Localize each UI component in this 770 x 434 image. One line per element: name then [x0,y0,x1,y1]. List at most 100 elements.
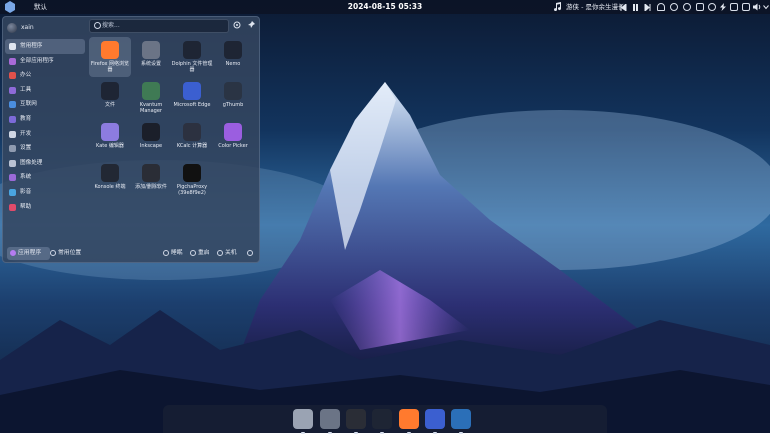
network-icon[interactable] [742,3,750,11]
restart-icon [190,249,196,256]
sidebar-item-label: 办公 [20,72,32,79]
shutdown-label: 关机 [225,250,237,256]
file-manager-icon[interactable] [293,409,313,434]
sidebar-item[interactable]: 全部应用程序 [5,54,85,69]
sidebar-item-label: 系统 [20,174,32,181]
application-menu: xain 常用程序全部应用程序办公工具互联网教育开发设置图像处理系统影音帮助 F… [2,16,260,263]
konsole-icon [101,164,119,182]
app-tile[interactable]: Firefox 网络浏览器 [89,37,131,77]
music-note-icon[interactable] [553,0,562,14]
applications-tab[interactable]: 应用程序 [7,247,50,260]
compass-icon[interactable] [708,3,716,11]
media-title[interactable]: 游侠 - 是你余生漫长 [566,0,624,14]
software-icon[interactable] [346,409,366,434]
system-settings-icon [142,41,160,59]
more-options-button[interactable] [247,245,255,262]
gthumb-icon [224,82,242,100]
media-next-icon[interactable] [644,0,651,14]
search-icon [94,22,101,29]
notification-bell-icon[interactable] [657,3,665,11]
media-previous-icon[interactable] [620,0,627,14]
color-picker-icon [224,123,242,141]
graphics-icon [9,159,16,167]
app-tile[interactable]: 添加/删除软件 [130,160,172,200]
app-tile[interactable]: KCalc 计算器 [171,119,213,159]
clipboard-icon[interactable] [696,3,704,11]
clock[interactable]: 2024-08-15 05:33 [0,0,770,14]
kvantum-icon [142,82,160,100]
volume-icon[interactable] [753,0,761,14]
app-tile[interactable]: PigchaProxy (39e8f9e2) [171,160,213,200]
sidebar-item[interactable]: 教育 [5,112,85,127]
info-icon[interactable] [670,3,678,11]
sidebar-item[interactable]: 互联网 [5,97,85,112]
app-tile[interactable]: Dolphin 文件管理器 [171,37,213,77]
restart-button[interactable]: 重启 [190,245,210,262]
avatar[interactable] [7,23,17,33]
pigcha-icon [183,164,201,182]
sidebar-item[interactable]: 帮助 [5,200,85,215]
search-box[interactable] [89,19,229,33]
applications-icon [10,249,16,256]
sidebar-item[interactable]: 影音 [5,185,85,200]
app-tile[interactable]: Kate 编辑器 [89,119,131,159]
search-input[interactable] [102,21,222,30]
pin-icon[interactable] [247,21,255,29]
app-tile[interactable]: Kvantum Manager [130,78,172,118]
folder-icon[interactable] [372,409,392,434]
workspace-label[interactable]: 默认 [34,0,47,14]
system-icon [9,174,16,182]
places-icon [50,249,56,256]
firefox-icon[interactable] [399,409,419,434]
help-icon [9,203,16,211]
inkscape-icon [142,123,160,141]
media-pause-icon[interactable] [632,0,639,14]
monitor-icon[interactable] [730,3,738,11]
app-launcher-icon[interactable] [5,0,15,14]
app-tile[interactable]: Konsole 终端 [89,160,131,200]
settings-icon [9,145,16,153]
app-label: Konsole 终端 [94,184,126,190]
user-row[interactable]: xain [7,20,83,36]
app-label: Nemo [225,61,241,67]
app-label: Kate 编辑器 [96,143,124,149]
sidebar-item-label: 帮助 [20,203,32,210]
dolphin-icon [183,41,201,59]
places-tab[interactable]: 常用位置 [50,245,81,262]
sidebar-item[interactable]: 系统 [5,170,85,185]
app-tile[interactable]: Nemo [212,37,254,77]
top-panel: 默认 2024-08-15 05:33 游侠 - 是你余生漫长 [0,0,770,14]
sleep-button[interactable]: 睡眠 [163,245,183,262]
user-name: xain [21,24,34,31]
clock-icon[interactable] [683,3,691,11]
education-icon [9,115,16,123]
app-tile[interactable]: 文件 [89,78,131,118]
sidebar-item-label: 全部应用程序 [20,57,54,64]
sidebar-item[interactable]: 图像处理 [5,156,85,171]
app-tile[interactable]: Microsoft Edge [171,78,213,118]
multimedia-icon [9,188,16,196]
app-tile[interactable]: gThumb [212,78,254,118]
tools-icon [9,86,16,94]
app-tile[interactable]: 系统设置 [130,37,172,77]
app-label: PigchaProxy (39e8f9e2) [176,184,208,196]
edge-icon[interactable] [425,409,445,434]
bookmark-icon [9,43,16,50]
power-bolt-icon[interactable] [720,0,726,14]
settings-icon[interactable] [320,409,340,434]
nemo-icon [224,41,242,59]
app-label: gThumb [222,102,244,108]
sidebar-item[interactable]: 开发 [5,127,85,142]
sidebar-item[interactable]: 工具 [5,83,85,98]
sidebar-item[interactable]: 设置 [5,141,85,156]
sidebar-item-label: 图像处理 [20,159,43,166]
sidebar-item[interactable]: 办公 [5,68,85,83]
app-tile[interactable]: Color Picker [212,119,254,159]
shutdown-button[interactable]: 关机 [217,245,237,262]
settings-gear-icon[interactable] [233,21,241,29]
sidebar-item[interactable]: 常用程序 [5,39,85,54]
weather-icon[interactable] [451,409,471,434]
chevron-down-icon[interactable] [763,0,769,14]
app-tile[interactable]: Inkscape [130,119,172,159]
sidebar-item-label: 影音 [20,188,32,195]
